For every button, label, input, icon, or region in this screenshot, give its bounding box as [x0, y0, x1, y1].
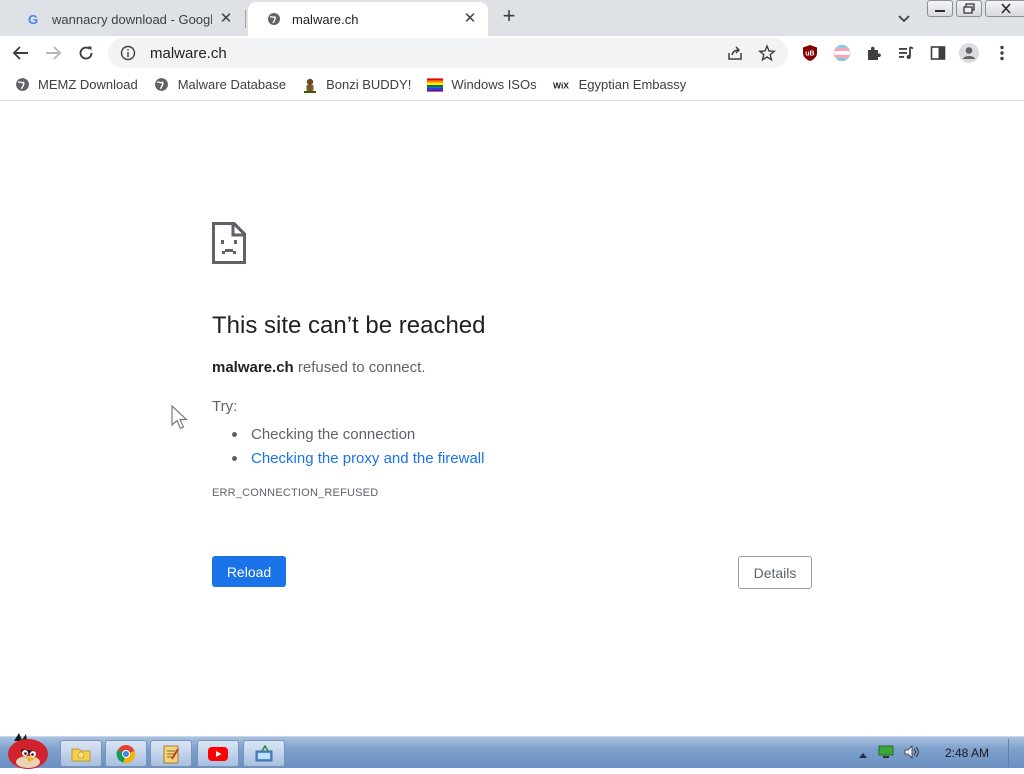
- bonzi-icon: [302, 77, 318, 93]
- tab-title: wannacry download - Google: [52, 11, 212, 27]
- tab-title: malware.ch: [292, 11, 359, 27]
- bookmark-label: Bonzi BUDDY!: [326, 77, 412, 92]
- back-button[interactable]: [8, 40, 34, 66]
- tab-separator: [245, 10, 246, 28]
- window-controls: [927, 0, 1024, 17]
- error-page: This site can’t be reached malware.ch re…: [0, 102, 1024, 736]
- url-text: malware.ch: [150, 44, 227, 62]
- tab-malware-ch[interactable]: malware.ch ✕: [248, 2, 488, 36]
- taskbar-explorer-button[interactable]: [60, 740, 102, 767]
- bookmark-label: Malware Database: [177, 77, 287, 92]
- bookmark-label: Egyptian Embassy: [578, 77, 687, 92]
- error-title: This site can’t be reached: [212, 312, 486, 339]
- error-message-text: refused to connect.: [293, 359, 426, 376]
- bookmark-label: MEMZ Download: [38, 77, 138, 92]
- ublock-origin-icon[interactable]: uB: [799, 42, 821, 64]
- system-tray: [858, 745, 922, 764]
- show-desktop-button[interactable]: [1008, 739, 1022, 767]
- side-panel-icon[interactable]: [927, 42, 949, 64]
- show-hidden-icons-arrow-icon[interactable]: [858, 746, 868, 764]
- network-app-icon: [255, 744, 273, 761]
- bookmark-bonzi-buddy[interactable]: Bonzi BUDDY!: [302, 77, 411, 93]
- notepad-icon: [163, 745, 179, 763]
- suggestion-item: Checking the connection: [232, 422, 484, 446]
- network-icon[interactable]: [878, 745, 894, 764]
- bookmark-label: Windows ISOs: [451, 77, 537, 92]
- svg-text:uB: uB: [805, 51, 814, 58]
- reload-icon[interactable]: [73, 40, 99, 66]
- youtube-icon: [208, 746, 228, 761]
- svg-text:G: G: [28, 12, 38, 26]
- error-message: malware.ch refused to connect.: [212, 359, 425, 376]
- error-host: malware.ch: [212, 359, 294, 376]
- reload-button[interactable]: Reload: [212, 556, 286, 587]
- volume-icon[interactable]: [904, 745, 922, 764]
- taskbar-clock[interactable]: 2:48 AM: [945, 746, 989, 760]
- svg-text:WiX: WiX: [553, 80, 569, 90]
- close-tab-icon[interactable]: ✕: [218, 11, 234, 27]
- taskbar-app-button[interactable]: [243, 740, 285, 767]
- chrome-icon: [116, 744, 136, 763]
- details-button[interactable]: Details: [738, 556, 812, 589]
- tab-google-search[interactable]: G wannacry download - Google ✕: [8, 2, 244, 36]
- bookmark-memz-download[interactable]: MEMZ Download: [14, 77, 138, 93]
- profile-avatar-icon[interactable]: [958, 42, 980, 64]
- mouse-cursor-icon: [171, 404, 189, 436]
- google-icon: G: [26, 11, 42, 27]
- bookmark-windows-isos[interactable]: Windows ISOs: [427, 77, 537, 93]
- tab-strip: G wannacry download - Google ✕ malware.c…: [0, 0, 1024, 36]
- forward-button[interactable]: [40, 40, 66, 66]
- close-tab-icon[interactable]: ✕: [462, 11, 478, 27]
- taskbar: 2:48 AM: [0, 733, 1024, 769]
- bookmarks-bar: MEMZ Download Malware Database Bonzi BUD…: [0, 69, 1024, 101]
- media-controls-icon[interactable]: [895, 42, 917, 64]
- bookmark-star-icon[interactable]: [756, 42, 778, 64]
- more-menu-icon[interactable]: [991, 42, 1013, 64]
- globe-icon: [14, 77, 30, 93]
- globe-icon: [266, 11, 282, 27]
- suggestion-proxy-firewall-link[interactable]: Checking the proxy and the firewall: [232, 446, 484, 470]
- taskbar-chrome-button[interactable]: [105, 740, 147, 767]
- close-window-button[interactable]: [985, 0, 1024, 17]
- start-button-angry-bird-icon[interactable]: [4, 731, 50, 769]
- minimize-button[interactable]: [927, 0, 953, 17]
- new-tab-button[interactable]: +: [498, 5, 520, 28]
- restore-button[interactable]: [956, 0, 982, 17]
- try-label: Try:: [212, 398, 238, 415]
- sad-page-icon: [212, 222, 246, 269]
- taskbar-youtube-button[interactable]: [197, 740, 239, 767]
- rainbow-flag-icon: [427, 77, 444, 93]
- chevron-down-icon[interactable]: [894, 8, 914, 28]
- address-bar[interactable]: malware.ch: [108, 38, 788, 68]
- bookmark-egyptian-embassy[interactable]: WiX Egyptian Embassy: [553, 77, 687, 93]
- globe-icon: [154, 77, 170, 93]
- share-icon[interactable]: [724, 42, 746, 64]
- folder-icon: [71, 748, 91, 761]
- info-icon[interactable]: [120, 45, 136, 61]
- bookmark-malware-database[interactable]: Malware Database: [154, 77, 286, 93]
- extensions-puzzle-icon[interactable]: [863, 42, 885, 64]
- suggestions-list: Checking the connection Checking the pro…: [232, 422, 484, 470]
- browser-toolbar: malware.ch uB: [0, 36, 1024, 69]
- trans-flag-extension-icon[interactable]: [831, 42, 853, 64]
- error-code: ERR_CONNECTION_REFUSED: [212, 487, 379, 499]
- wix-icon: WiX: [553, 77, 571, 93]
- taskbar-notepad-button[interactable]: [150, 740, 192, 767]
